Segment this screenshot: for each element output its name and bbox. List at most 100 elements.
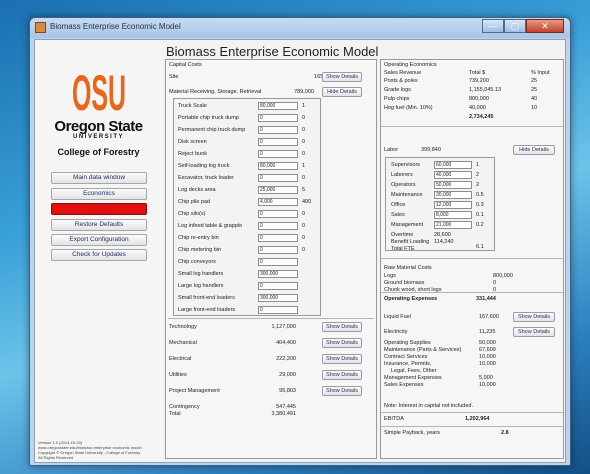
revenue-row-total: 40,000 — [469, 105, 486, 111]
material-details-box: Truck Scale 80,000 1 Portable chip truck du… — [173, 98, 321, 316]
divider — [381, 126, 563, 127]
benefit-label: Benefit Loading — [391, 239, 430, 245]
opex-value: 331,444 — [476, 296, 496, 302]
material-item-cost-field[interactable]: 0 — [258, 210, 298, 218]
material-item-cost-field[interactable]: 80,000 — [258, 162, 298, 170]
material-item-label: Small front-end loaders — [178, 295, 235, 301]
opex-item-value: 10,000 — [479, 354, 496, 360]
material-item-cost-field[interactable]: 300,000 — [258, 294, 298, 302]
labor-item-count: 2 — [476, 182, 480, 188]
material-item-cost-field[interactable]: 0 — [258, 306, 298, 314]
revenue-total: 2,734,245 — [469, 114, 494, 120]
capital-row-value: 1,127,000 — [271, 324, 296, 330]
labor-item-count: 0.5 — [476, 192, 484, 198]
labor-item-wage-field[interactable]: 40,000 — [434, 171, 472, 179]
main-data-window-button[interactable]: Main data window — [51, 172, 147, 184]
capital-row-show-details-button[interactable]: Show Details — [322, 354, 362, 364]
economics-button[interactable]: Economics — [51, 188, 147, 200]
maximize-button[interactable]: ▢ — [504, 19, 526, 33]
material-item-cost-field[interactable]: 0 — [258, 150, 298, 158]
material-item-cost-field[interactable]: 0 — [258, 126, 298, 134]
contingency-label: Contingency — [169, 404, 200, 410]
revenue-row-total: 1,155,045.13 — [469, 87, 502, 93]
run-model-button[interactable]: Run Model — [51, 203, 147, 215]
labor-item-wage-field[interactable]: 21,000 — [434, 221, 472, 229]
overtime-value: 28,600 — [434, 232, 451, 238]
sidebar: OSU Oregon State UNIVERSITY College of F… — [35, 40, 162, 462]
material-item-label: Chip silo(s) — [178, 211, 206, 217]
capital-row-show-details-button[interactable]: Show Details — [322, 370, 362, 380]
material-item-cost-field[interactable]: 0 — [258, 138, 298, 146]
material-item-label: Chip conveyors — [178, 259, 216, 265]
labor-item-wage-field[interactable]: 12,000 — [434, 201, 472, 209]
material-item-qty: 0 — [302, 247, 306, 253]
liquid-fuel-show-details-button[interactable]: Show Details — [513, 312, 555, 322]
material-item-cost-field[interactable]: 0 — [258, 222, 298, 230]
capital-costs-panel: Capital Costs Site 165,640 Show Details … — [165, 59, 377, 459]
check-for-updates-button[interactable]: Check for Updates — [51, 249, 147, 261]
material-item-cost-field[interactable]: 300,000 — [258, 270, 298, 278]
material-item-cost-field[interactable]: 4,000 — [258, 198, 298, 206]
material-item-cost-field[interactable]: 80,000 — [258, 102, 298, 110]
material-item-cost-field[interactable]: 0 — [258, 234, 298, 242]
labor-item-label: Sales — [391, 212, 405, 218]
revenue-row-pct: 10 — [531, 105, 538, 111]
divider — [381, 258, 563, 259]
capital-row-label: Project Management — [169, 388, 220, 394]
labor-item-label: Supervisors — [391, 162, 421, 168]
material-item-qty: 0 — [302, 151, 306, 157]
material-item-label: Truck Scale — [178, 103, 207, 109]
material-item-label: Permanent chip truck dump — [178, 127, 246, 133]
material-item-label: Chip pile pad — [178, 199, 211, 205]
material-item-cost-field[interactable]: 25,000 — [258, 186, 298, 194]
capital-row-show-details-button[interactable]: Show Details — [322, 322, 362, 332]
wordmark-university: UNIVERSITY — [72, 134, 124, 140]
revenue-row-label: Posts & poles — [384, 78, 418, 84]
opex-item-value: 10,000 — [479, 382, 496, 388]
material-item-cost-field[interactable]: 0 — [258, 258, 298, 266]
benefit-value: 114,240 — [434, 239, 454, 245]
material-item-cost-field[interactable]: 0 — [258, 282, 298, 290]
material-item-qty: 0 — [302, 223, 306, 229]
material-item-cost-field[interactable]: 0 — [258, 174, 298, 182]
opex-item-label: Operating Supplies — [384, 340, 431, 346]
divider — [381, 292, 563, 293]
labor-hide-details-button[interactable]: Hide Details — [513, 145, 555, 155]
site-show-details-button[interactable]: Show Details — [322, 72, 362, 82]
total-label: Total — [169, 411, 181, 417]
app-icon — [35, 22, 46, 33]
raw-material-label: Logs — [384, 273, 396, 279]
fte-label: Total FTE — [391, 246, 415, 252]
labor-item-wage-field[interactable]: 50,000 — [434, 181, 472, 189]
app-window: Biomass Enterprise Economic Model — ▢ ✕ … — [29, 17, 571, 466]
svg-text:OSU: OSU — [72, 65, 126, 114]
material-item-cost-field[interactable]: 0 — [258, 114, 298, 122]
opex-item-label: Electricity — [384, 329, 408, 335]
capital-row-show-details-button[interactable]: Show Details — [322, 338, 362, 348]
export-configuration-button[interactable]: Export Configuration — [51, 234, 147, 246]
operating-header: Operating Economics — [384, 62, 437, 68]
minimize-button[interactable]: — — [482, 19, 504, 33]
payback-label: Simple Payback, years — [384, 430, 440, 436]
labor-item-count: 0.1 — [476, 212, 484, 218]
material-item-label: Disk screen — [178, 139, 207, 145]
material-hide-details-button[interactable]: Hide Details — [322, 87, 362, 97]
material-item-cost-field[interactable]: 0 — [258, 246, 298, 254]
ebitda-label: EBITDA — [384, 416, 404, 422]
labor-item-wage-field[interactable]: 8,000 — [434, 211, 472, 219]
revenue-row-label: Hog fuel (Min. 10%) — [384, 105, 433, 111]
labor-item-wage-field[interactable]: 60,000 — [434, 161, 472, 169]
opex-item-value: 167,600 — [479, 314, 499, 320]
opex-item-label: Contract Services — [384, 354, 428, 360]
capital-row-show-details-button[interactable]: Show Details — [322, 386, 362, 396]
opex-item-label: Insurance, Permits, — [384, 361, 432, 367]
material-item-label: Log infeed table & grapple — [178, 223, 243, 229]
revenue-row-label: Grade logs — [384, 87, 411, 93]
material-item-label: Excavator, truck loader — [178, 175, 234, 181]
labor-item-wage-field[interactable]: 30,000 — [434, 191, 472, 199]
close-button[interactable]: ✕ — [526, 19, 564, 33]
title-bar[interactable]: Biomass Enterprise Economic Model — ▢ ✕ — [30, 18, 570, 38]
opex-label: Operating Expenses — [384, 296, 438, 302]
electricity-show-details-button[interactable]: Show Details — [513, 327, 555, 337]
restore-defaults-button[interactable]: Restore Defaults — [51, 219, 147, 231]
